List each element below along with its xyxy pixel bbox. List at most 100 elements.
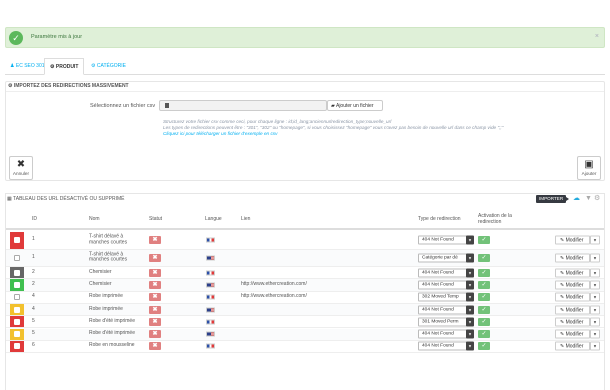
select-caret-icon[interactable]: ▼ <box>466 292 474 302</box>
row-checkbox[interactable] <box>14 237 20 244</box>
tab-produit[interactable]: ⚙ PRODUIT <box>44 58 85 75</box>
status-disabled-icon[interactable]: ✖ <box>149 280 161 289</box>
modify-dropdown-icon[interactable]: ▼ <box>590 235 600 245</box>
redirect-type-select[interactable]: 404 Not Found <box>418 305 473 315</box>
flag-fr-icon <box>206 237 215 243</box>
activation-check-icon[interactable]: ✓ <box>478 253 490 262</box>
table-icon: ▦ <box>7 196 12 202</box>
filter-icon[interactable]: ▼ <box>585 195 592 203</box>
redirect-type-select[interactable]: 404 Not Found <box>418 341 473 351</box>
status-disabled-icon[interactable]: ✖ <box>149 330 161 339</box>
table-title: ▦ TABLEAU DES URL DÉSACTIVÉ OU SUPPRIMÉ <box>7 196 124 202</box>
row-id: 4 <box>32 305 35 312</box>
modify-button[interactable]: ✎ Modifier <box>555 341 590 351</box>
row-checkbox[interactable] <box>14 343 20 350</box>
modify-button[interactable]: ✎ Modifier <box>555 305 590 315</box>
modify-button[interactable]: ✎ Modifier <box>555 292 590 302</box>
row-checkbox[interactable] <box>14 331 20 338</box>
modify-dropdown-icon[interactable]: ▼ <box>590 341 600 351</box>
redirect-type-select[interactable]: 404 Not Found <box>418 329 473 339</box>
table-row: 1 T-shirt délavé à manches courtes ✖ 404 Not… <box>6 232 604 250</box>
pencil-icon: ✎ <box>560 319 565 326</box>
th-name[interactable]: Nom <box>89 216 100 222</box>
select-caret-icon[interactable]: ▼ <box>466 329 474 339</box>
modify-label: Modifier <box>565 282 584 289</box>
close-alert-icon[interactable]: × <box>595 33 599 40</box>
row-checkbox-cell <box>10 232 24 249</box>
row-checkbox-cell <box>10 303 24 316</box>
row-id: 4 <box>32 293 35 300</box>
table-title-text: TABLEAU DES URL DÉSACTIVÉ OU SUPPRIMÉ <box>13 196 125 202</box>
th-link[interactable]: Lien <box>241 216 250 222</box>
status-disabled-icon[interactable]: ✖ <box>149 293 161 302</box>
modify-button[interactable]: ✎ Modifier <box>555 329 590 339</box>
file-input[interactable] <box>159 100 327 111</box>
modify-dropdown-icon[interactable]: ▼ <box>590 305 600 315</box>
cloud-upload-icon[interactable]: ☁ <box>573 195 580 203</box>
row-checkbox[interactable] <box>14 306 20 313</box>
select-caret-icon[interactable]: ▼ <box>466 280 474 290</box>
row-checkbox[interactable] <box>14 269 20 276</box>
activation-check-icon[interactable]: ✓ <box>478 236 490 245</box>
activation-check-icon[interactable]: ✓ <box>478 317 490 326</box>
redirect-type-select[interactable]: 301 Moved Perm <box>418 317 473 327</box>
select-caret-icon[interactable]: ▼ <box>466 253 474 263</box>
th-activation[interactable]: Activation de la redirection <box>478 213 512 225</box>
status-disabled-icon[interactable]: ✖ <box>149 236 161 245</box>
redirect-type-select[interactable]: 404 Not Found <box>418 235 473 245</box>
modify-dropdown-icon[interactable]: ▼ <box>590 280 600 290</box>
redirect-type-select[interactable]: 302 Moved Temp <box>418 292 473 302</box>
modify-dropdown-icon[interactable]: ▼ <box>590 329 600 339</box>
cancel-button[interactable]: ✖ Annuler <box>9 156 33 180</box>
add-button[interactable]: ▣ Ajouter <box>577 156 601 180</box>
tab-categorie[interactable]: ⚙ CATÉGORIE <box>86 58 131 75</box>
status-disabled-icon[interactable]: ✖ <box>149 253 161 262</box>
modify-button[interactable]: ✎ Modifier <box>555 268 590 278</box>
activation-check-icon[interactable]: ✓ <box>478 293 490 302</box>
th-status[interactable]: Statut <box>149 216 162 222</box>
activation-check-icon[interactable]: ✓ <box>478 305 490 314</box>
modify-label: Modifier <box>565 294 584 301</box>
cogs-icon[interactable]: ⚙ <box>594 195 600 203</box>
row-id: 5 <box>32 330 35 337</box>
th-lang[interactable]: Langue <box>205 216 222 222</box>
modify-button[interactable]: ✎ Modifier <box>555 235 590 245</box>
modify-dropdown-icon[interactable]: ▼ <box>590 317 600 327</box>
redirect-type-select[interactable]: 404 Not Found <box>418 268 473 278</box>
download-example-link[interactable]: Cliquez ici pour télécharger un fichier … <box>163 131 603 137</box>
tab-label: PRODUIT <box>55 64 79 70</box>
status-disabled-icon[interactable]: ✖ <box>149 268 161 277</box>
select-caret-icon[interactable]: ▼ <box>466 235 474 245</box>
modify-dropdown-icon[interactable]: ▼ <box>590 253 600 263</box>
select-caret-icon[interactable]: ▼ <box>466 317 474 327</box>
row-checkbox-cell <box>10 267 24 279</box>
import-badge[interactable]: IMPORTER <box>536 195 570 203</box>
status-disabled-icon[interactable]: ✖ <box>149 317 161 326</box>
modify-dropdown-icon[interactable]: ▼ <box>590 292 600 302</box>
select-caret-icon[interactable]: ▼ <box>466 268 474 278</box>
redirect-type-select[interactable]: 404 Not Found <box>418 280 473 290</box>
flag-us-icon <box>206 255 215 261</box>
redirect-type-select[interactable]: Catégorie par dé <box>418 253 473 263</box>
activation-check-icon[interactable]: ✓ <box>478 342 490 351</box>
status-disabled-icon[interactable]: ✖ <box>149 342 161 351</box>
row-checkbox[interactable] <box>14 254 20 261</box>
add-file-button[interactable]: ▰ Ajouter un fichier <box>327 100 383 111</box>
modify-button[interactable]: ✎ Modifier <box>555 317 590 327</box>
activation-check-icon[interactable]: ✓ <box>478 280 490 289</box>
th-type[interactable]: Type de redirection <box>418 216 461 222</box>
status-disabled-icon[interactable]: ✖ <box>149 305 161 314</box>
select-caret-icon[interactable]: ▼ <box>466 305 474 315</box>
modify-dropdown-icon[interactable]: ▼ <box>590 268 600 278</box>
modify-button[interactable]: ✎ Modifier <box>555 253 590 263</box>
th-id[interactable]: ID <box>32 216 37 222</box>
row-checkbox[interactable] <box>14 318 20 325</box>
select-caret-icon[interactable]: ▼ <box>466 341 474 351</box>
row-checkbox[interactable] <box>14 294 20 301</box>
activation-check-icon[interactable]: ✓ <box>478 268 490 277</box>
check-icon: ✓ <box>9 31 23 45</box>
row-checkbox[interactable] <box>14 281 20 288</box>
activation-check-icon[interactable]: ✓ <box>478 330 490 339</box>
modify-button[interactable]: ✎ Modifier <box>555 280 590 290</box>
tab-ec-seo-301[interactable]: ♟ EC SEO 301 <box>5 58 50 75</box>
